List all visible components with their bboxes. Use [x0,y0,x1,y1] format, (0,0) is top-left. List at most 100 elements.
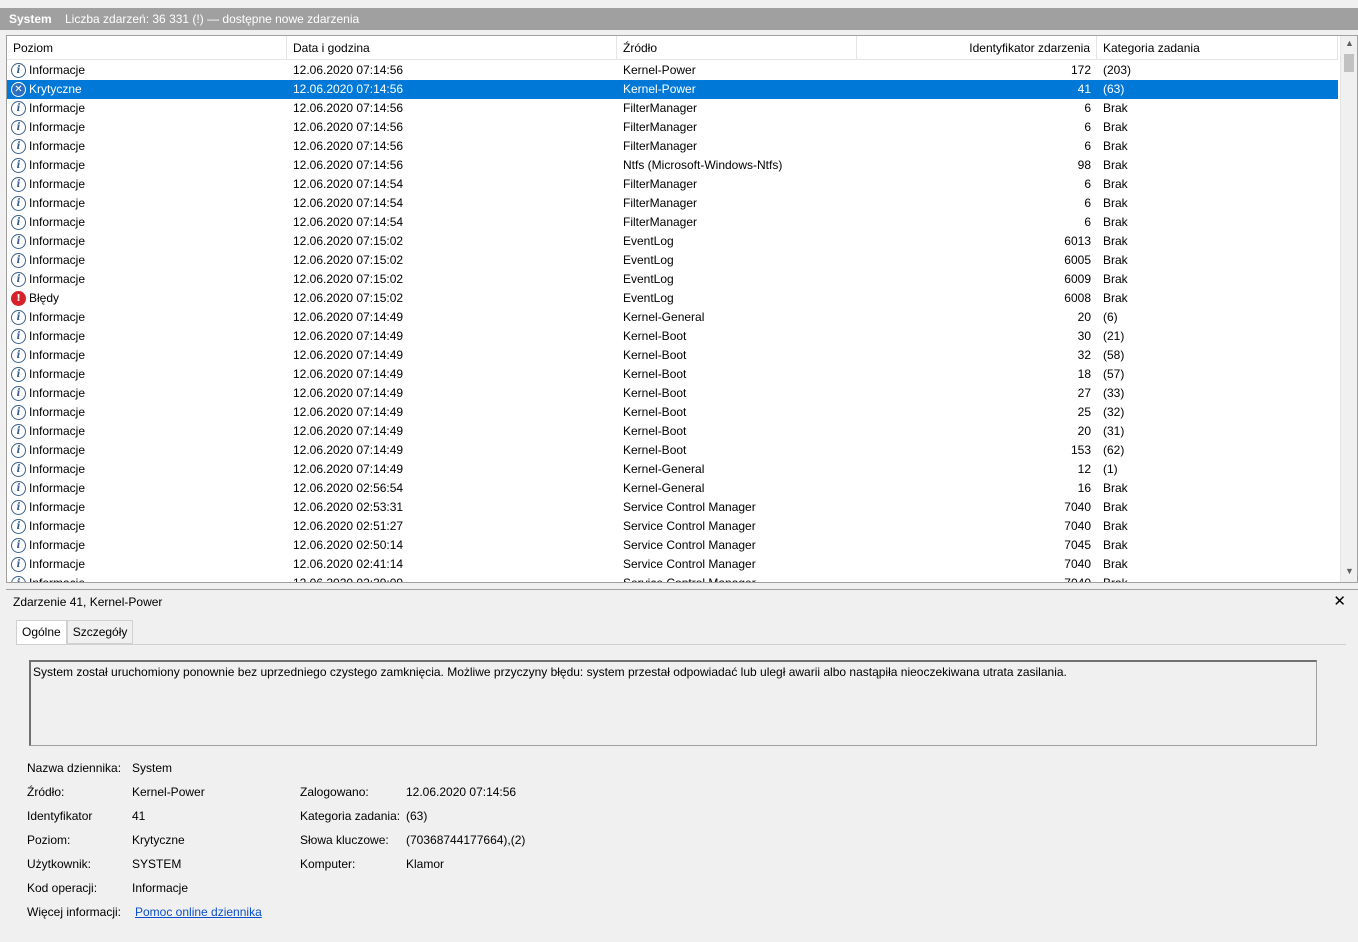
row-source: FilterManager [623,196,698,210]
event-detail-pane: Zdarzenie 41, Kernel-Power ✕ Ogólne Szcz… [6,589,1358,942]
logged-label: Zalogowano: [300,785,369,799]
row-event-id: 98 [1077,158,1091,172]
row-level: Informacje [29,367,86,381]
info-icon: i [11,139,26,154]
row-category: Brak [1103,481,1128,495]
event-list[interactable]: Poziom Data i godzina Źródło Identyfikat… [6,35,1358,583]
scroll-down-icon[interactable]: ▼ [1341,566,1357,580]
row-event-id: 12 [1077,462,1091,476]
table-row[interactable]: i Informacje 12.06.2020 07:15:02 EventLog 60… [7,232,1338,251]
info-icon: i [11,177,26,192]
row-category: Brak [1103,576,1128,583]
info-icon: i [11,158,26,173]
tab-details[interactable]: Szczegóły [66,620,134,644]
table-row[interactable]: i Informacje 12.06.2020 07:14:54 FilterMana… [7,175,1338,194]
row-date: 12.06.2020 07:14:49 [293,443,404,457]
row-level: Informacje [29,481,86,495]
log-name-label: Nazwa dziennika: [27,761,122,775]
row-source: Kernel-Boot [623,405,687,419]
column-header-category[interactable]: Kategoria zadania [1097,36,1338,60]
row-level: Informacje [29,63,86,77]
table-row[interactable]: i Informacje 12.06.2020 07:14:49 Kernel-Boo… [7,403,1338,422]
row-category: (57) [1103,367,1125,381]
table-row[interactable]: i Informacje 12.06.2020 02:50:14 Service Co… [7,536,1338,555]
table-row[interactable]: i Informacje 12.06.2020 07:14:56 Kernel-Pow… [7,61,1338,80]
row-date: 12.06.2020 07:14:56 [293,101,404,115]
row-event-id: 32 [1077,348,1091,362]
table-row[interactable]: i Informacje 12.06.2020 07:14:56 Ntfs (Micr… [7,156,1338,175]
table-row[interactable]: i Informacje 12.06.2020 07:15:02 EventLog 60… [7,251,1338,270]
table-row[interactable]: i Informacje 12.06.2020 07:14:49 Kernel-Boo… [7,365,1338,384]
row-source: Service Control Manager [623,519,756,533]
row-source: Kernel-Power [623,63,696,77]
table-row[interactable]: i Informacje 12.06.2020 02:53:31 Service Co… [7,498,1338,517]
row-category: Brak [1103,538,1128,552]
table-row[interactable]: i Informacje 12.06.2020 07:14:54 FilterMana… [7,194,1338,213]
row-date: 12.06.2020 07:15:02 [293,234,404,248]
detail-tabs: Ogólne Szczegóły [16,620,134,645]
row-level: Informacje [29,120,86,134]
row-category: Brak [1103,291,1128,305]
row-level: Błędy [29,291,60,305]
table-row[interactable]: i Informacje 12.06.2020 07:14:49 Kernel-Boo… [7,441,1338,460]
vertical-scrollbar[interactable]: ▲ ▼ [1340,36,1357,582]
row-date: 12.06.2020 07:14:54 [293,177,404,191]
row-level: Informacje [29,158,86,172]
online-help-link[interactable]: Pomoc online dziennika [135,905,262,919]
table-row[interactable]: iInformacje 12.06.2020 02:39:09 Service Co… [7,574,1338,583]
column-header-level[interactable]: Poziom [7,36,287,60]
row-event-id: 18 [1077,367,1091,381]
row-level: Informacje [29,196,86,210]
row-source: Kernel-Boot [623,424,687,438]
info-icon: i [11,576,26,582]
scrollbar-thumb[interactable] [1344,54,1354,72]
row-category: Brak [1103,196,1128,210]
table-row[interactable]: i Informacje 12.06.2020 07:14:54 FilterMana… [7,213,1338,232]
event-description[interactable]: System został uruchomiony ponownie bez u… [29,660,1317,746]
table-row[interactable]: i Informacje 12.06.2020 02:56:54 Kernel-Gen… [7,479,1338,498]
table-row[interactable]: i Informacje 12.06.2020 02:41:14 Service Co… [7,555,1338,574]
table-row[interactable]: ✕ Krytyczne 12.06.2020 07:14:56 Kernel-Powe… [7,80,1338,99]
table-row[interactable]: i Informacje 12.06.2020 07:14:56 FilterMana… [7,137,1338,156]
row-event-id: 6009 [1064,272,1091,286]
row-category: Brak [1103,139,1128,153]
column-header-source[interactable]: Źródło [617,36,857,60]
row-event-id: 7040 [1064,500,1091,514]
table-row[interactable]: i Informacje 12.06.2020 07:14:49 Kernel-Boo… [7,327,1338,346]
row-date: 12.06.2020 07:14:54 [293,196,404,210]
row-level: Informacje [29,462,86,476]
column-header-date[interactable]: Data i godzina [287,36,617,60]
row-level: Informacje [29,177,86,191]
table-row[interactable]: i Informacje 12.06.2020 07:15:02 EventLog 60… [7,270,1338,289]
row-date: 12.06.2020 07:14:49 [293,310,404,324]
table-row[interactable]: i Informacje 12.06.2020 02:51:27 Service Co… [7,517,1338,536]
info-icon: i [11,519,26,534]
table-row[interactable]: i Informacje 12.06.2020 07:14:49 Kernel-Gen… [7,308,1338,327]
table-row[interactable]: i Informacje 12.06.2020 07:14:56 FilterMana… [7,99,1338,118]
row-level: Informacje [29,329,86,343]
row-event-id: 20 [1077,310,1091,324]
row-category: (62) [1103,443,1125,457]
row-event-id: 7040 [1064,576,1091,583]
user-value: SYSTEM [132,857,182,871]
table-row[interactable]: i Informacje 12.06.2020 07:14:56 FilterMana… [7,118,1338,137]
row-category: Brak [1103,215,1128,229]
level-value: Krytyczne [132,833,185,847]
table-row[interactable]: i Informacje 12.06.2020 07:14:49 Kernel-Boo… [7,422,1338,441]
table-row[interactable]: i Informacje 12.06.2020 07:14:49 Kernel-Boo… [7,384,1338,403]
tab-general[interactable]: Ogólne [16,620,67,645]
table-row[interactable]: i Informacje 12.06.2020 07:14:49 Kernel-Gen… [7,460,1338,479]
table-row[interactable]: i Informacje 12.06.2020 07:14:49 Kernel-Boo… [7,346,1338,365]
row-date: 12.06.2020 02:41:14 [293,557,404,571]
critical-icon: ✕ [11,82,26,97]
row-date: 12.06.2020 07:14:56 [293,63,404,77]
table-row[interactable]: ! Błędy 12.06.2020 07:15:02 EventLog 6008 Bra… [7,289,1338,308]
row-source: EventLog [623,272,674,286]
source-label: Źródło: [27,785,65,799]
column-header-event-id[interactable]: Identyfikator zdarzenia [857,36,1097,60]
info-icon: i [11,101,26,116]
row-date: 12.06.2020 02:53:31 [293,500,404,514]
logged-value: 12.06.2020 07:14:56 [406,785,517,799]
close-icon[interactable]: ✕ [1333,592,1346,610]
scroll-up-icon[interactable]: ▲ [1341,38,1357,52]
